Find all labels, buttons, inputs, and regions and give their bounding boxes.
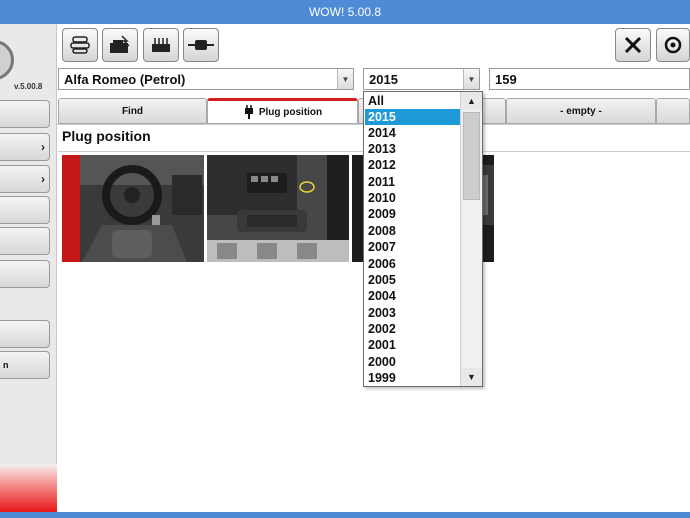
chevron-down-icon[interactable]: ▼ — [463, 69, 479, 89]
year-option[interactable]: 2006 — [365, 256, 461, 272]
year-option[interactable]: 2013 — [365, 141, 461, 157]
engine-button[interactable] — [102, 28, 138, 62]
version-label: v.5.00.8 — [14, 82, 43, 91]
connector-cable-icon — [188, 40, 214, 50]
window-title: WOW! 5.00.8 — [308, 5, 382, 19]
year-select[interactable]: 2015 ▼ — [363, 68, 480, 90]
refresh-button[interactable] — [656, 28, 690, 62]
ecu-module-icon — [152, 38, 170, 52]
sidebar-button-3[interactable]: › — [0, 165, 50, 193]
left-sidebar: v.5.00.8 › › n — [0, 24, 57, 512]
car-interior-photo[interactable] — [62, 155, 204, 262]
dashboard-connector-photo[interactable] — [207, 155, 349, 262]
sidebar-button-5[interactable] — [0, 227, 50, 255]
make-value: Alfa Romeo (Petrol) — [64, 71, 186, 87]
bottom-bar — [0, 512, 690, 518]
year-option[interactable]: 2011 — [365, 174, 461, 190]
ecu-module-button[interactable] — [143, 28, 179, 62]
year-option[interactable]: 2001 — [365, 337, 461, 353]
sidebar-button-7[interactable] — [0, 320, 50, 348]
section-title: Plug position — [62, 128, 151, 144]
sidebar-button-1[interactable] — [0, 100, 50, 128]
chevron-right-icon: › — [41, 140, 45, 154]
scroll-up-icon[interactable]: ▲ — [461, 92, 482, 110]
tab-empty[interactable]: - empty - — [506, 98, 656, 124]
car-list-button[interactable] — [62, 28, 98, 62]
year-dropdown-list[interactable]: All 2015 2014 2013 2012 2011 2010 2009 2… — [363, 91, 483, 387]
year-option[interactable]: 2004 — [365, 288, 461, 304]
dashboard-connector-image — [207, 155, 349, 262]
year-option[interactable]: 2012 — [365, 157, 461, 173]
car-interior-image — [62, 155, 204, 262]
tab-blank-2[interactable] — [656, 98, 690, 124]
year-option[interactable]: All — [365, 93, 461, 109]
year-option[interactable]: 2008 — [365, 223, 461, 239]
model-value: 159 — [495, 71, 517, 87]
scroll-down-icon[interactable]: ▼ — [461, 368, 482, 386]
year-option[interactable]: 2010 — [365, 190, 461, 206]
connector-button[interactable] — [183, 28, 219, 62]
sidebar-status-gradient — [0, 464, 57, 512]
refresh-icon — [664, 36, 682, 54]
tab-find[interactable]: Find — [58, 98, 207, 124]
year-option[interactable]: 2000 — [365, 354, 461, 370]
tools-button[interactable] — [615, 28, 651, 62]
chevron-down-icon[interactable]: ▼ — [337, 69, 353, 89]
make-select[interactable]: Alfa Romeo (Petrol) ▼ — [58, 68, 354, 90]
chevron-right-icon: › — [41, 172, 45, 186]
sidebar-button-6[interactable] — [0, 260, 50, 288]
model-select[interactable]: 159 — [489, 68, 690, 90]
tab-plug-position[interactable]: Plug position — [207, 98, 358, 124]
year-option[interactable]: 2005 — [365, 272, 461, 288]
year-option[interactable]: 2003 — [365, 305, 461, 321]
engine-icon — [110, 35, 130, 53]
year-option[interactable]: 2009 — [365, 206, 461, 222]
plug-icon — [244, 105, 253, 119]
sidebar-button-8[interactable]: n — [0, 351, 50, 379]
title-bar: WOW! 5.00.8 — [0, 0, 690, 24]
dropdown-scrollbar[interactable]: ▲ ▼ — [460, 92, 482, 386]
sidebar-button-2[interactable]: › — [0, 133, 50, 161]
year-option[interactable]: 2007 — [365, 239, 461, 255]
year-option[interactable]: 2002 — [365, 321, 461, 337]
year-value: 2015 — [369, 71, 398, 87]
year-option-selected[interactable]: 2015 — [365, 109, 461, 125]
year-option[interactable]: 2014 — [365, 125, 461, 141]
car-list-icon — [70, 36, 90, 54]
tools-icon — [624, 36, 642, 54]
year-option[interactable]: 1999 — [365, 370, 461, 386]
scroll-thumb[interactable] — [463, 112, 480, 200]
sidebar-button-4[interactable] — [0, 196, 50, 224]
logo — [0, 40, 14, 80]
